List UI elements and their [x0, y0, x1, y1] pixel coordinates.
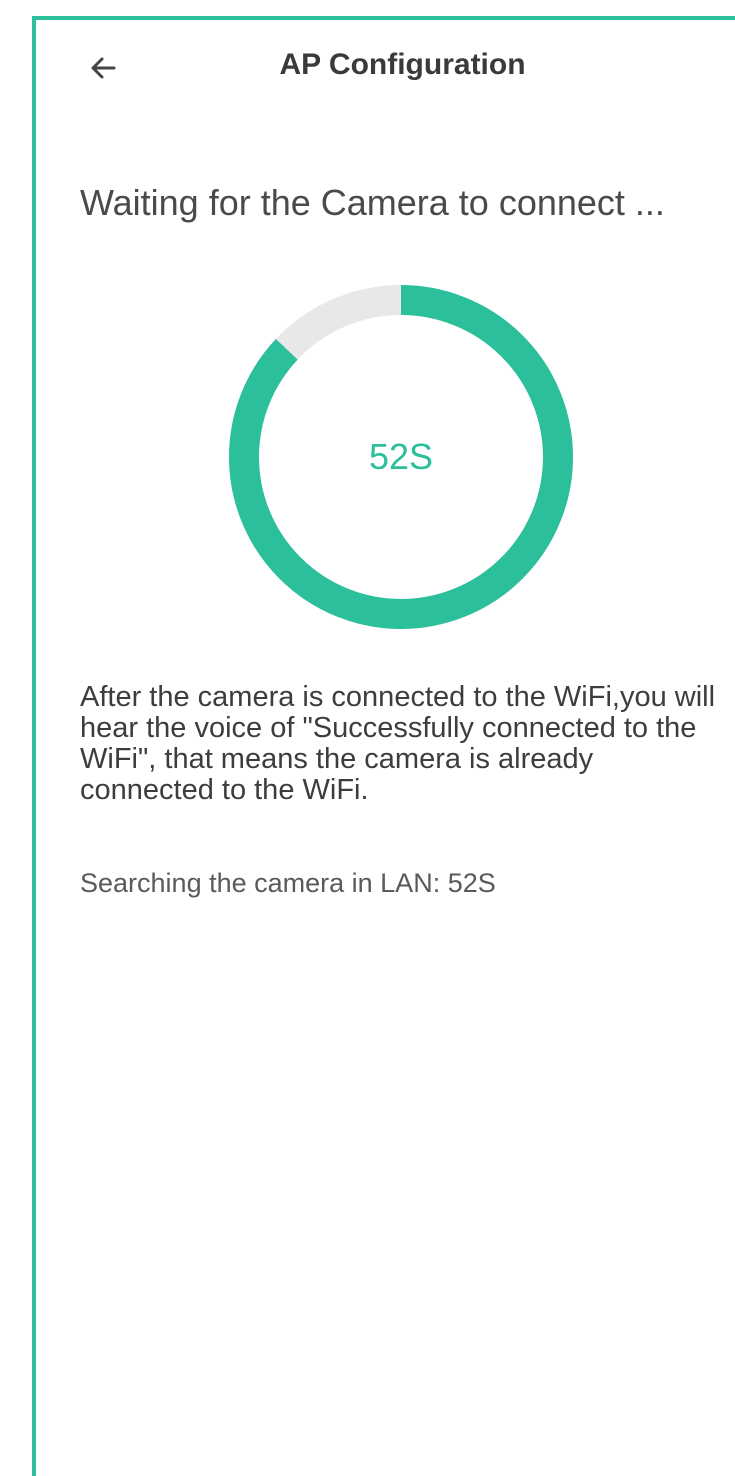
header: AP Configuration [36, 20, 735, 110]
countdown-label: 52S [368, 436, 434, 477]
app-screen: AP Configuration Waiting for the Camera … [32, 16, 735, 1476]
countdown-progress-ring: 52S [226, 282, 576, 632]
page-title: AP Configuration [279, 48, 526, 81]
search-status-text: Searching the camera in LAN: 52S [80, 868, 496, 898]
waiting-status-text: Waiting for the Camera to connect ... [80, 182, 665, 223]
connection-info-text: After the camera is connected to the WiF… [80, 681, 716, 806]
